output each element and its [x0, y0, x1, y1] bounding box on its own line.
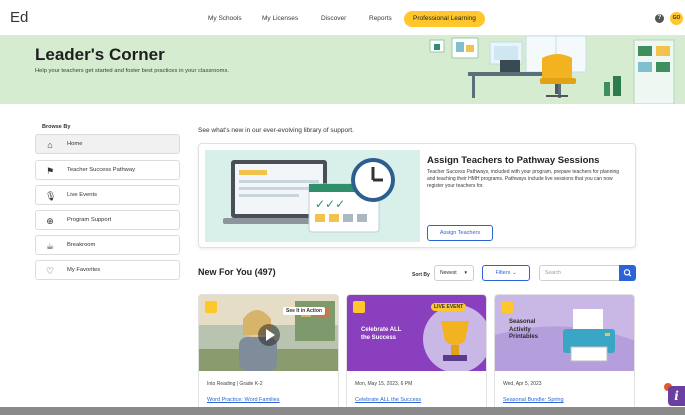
nav-reports[interactable]: Reports	[369, 11, 392, 27]
page-title: Leader's Corner	[35, 45, 165, 64]
card-image-classroom: See It in Action	[199, 295, 338, 371]
nav-professional-learning[interactable]: Professional Learning	[404, 11, 485, 27]
feature-card-pathway: ✓✓✓ Assign Teachers to Pathway Sessions …	[198, 143, 636, 248]
library-intro-text: See what's new in our ever-evolving libr…	[198, 127, 354, 134]
page-subtitle: Help your teachers get started and foste…	[35, 68, 229, 74]
card-meta: Mon, May 15, 2023, 6 PM	[355, 381, 413, 387]
search-input[interactable]	[539, 265, 619, 281]
filters-button[interactable]: Filters ⌄	[482, 265, 530, 281]
microphone-icon: 🎙	[45, 191, 57, 201]
card-image-caption: Celebrate ALL the Success	[361, 327, 402, 341]
nav-discover[interactable]: Discover	[321, 11, 346, 27]
info-icon[interactable]: i	[668, 386, 685, 406]
sidebar-item-label: Program Support	[67, 217, 112, 223]
filters-label: Filters	[495, 270, 511, 276]
feature-description: Teacher Success Pathways, included with …	[427, 169, 620, 189]
live-event-tag: LIVE EVENT	[431, 303, 467, 311]
sidebar-item-label: Home	[67, 141, 83, 147]
sidebar-item-label: Live Events	[67, 192, 97, 198]
content-card[interactable]: Seasonal Activity Printables Wed, Apr 5,…	[494, 294, 635, 415]
chevron-down-icon: ▼	[463, 270, 468, 275]
sidebar-item-label: Breakroom	[67, 242, 96, 248]
search-icon	[623, 269, 632, 277]
coffee-cup-icon: ☕	[45, 241, 55, 251]
sidebar-item-home[interactable]: ⌂ Home	[35, 134, 180, 154]
card-image-printer: Seasonal Activity Printables	[495, 295, 634, 371]
feature-title: Assign Teachers to Pathway Sessions	[427, 155, 600, 166]
sort-select[interactable]: Newest ▼	[434, 265, 474, 281]
home-icon: ⌂	[47, 140, 53, 150]
sidebar-item-label: Teacher Success Pathway	[67, 167, 135, 173]
calendar-icon	[353, 301, 365, 313]
content-card[interactable]: See It in Action Into Reading | Grade K-…	[198, 294, 339, 415]
card-title-link[interactable]: Celebrate ALL the Success	[355, 397, 421, 403]
play-icon	[205, 301, 217, 313]
sidebar-item-my-favorites[interactable]: ♡ My Favorites	[35, 260, 180, 280]
card-image-caption: Seasonal Activity Printables	[509, 319, 539, 340]
card-image-trophy: LIVE EVENT Celebrate ALL the Success	[347, 295, 486, 371]
card-title-link[interactable]: Word Practice: Word Families	[207, 397, 280, 403]
sort-by-label: Sort By	[412, 272, 430, 278]
chevron-down-icon: ⌄	[511, 270, 517, 276]
nav-my-schools[interactable]: My Schools	[208, 11, 242, 27]
card-title-link[interactable]: Seasonal Bundle: Spring	[503, 397, 564, 403]
search-button[interactable]	[619, 265, 636, 281]
hero-banner: Leader's Corner Help your teachers get s…	[0, 36, 685, 104]
office-illustration	[408, 36, 685, 104]
sidebar-item-breakroom[interactable]: ☕ Breakroom	[35, 235, 180, 255]
browse-by-heading: Browse By	[42, 124, 71, 130]
heart-icon: ♡	[45, 266, 55, 276]
content-card[interactable]: LIVE EVENT Celebrate ALL the Success Mon…	[346, 294, 487, 415]
see-it-in-action-tag: See It in Action	[283, 307, 325, 315]
globe-icon: ⊕	[46, 216, 54, 226]
sidebar-item-label: My Favorites	[67, 267, 101, 273]
help-circle-icon[interactable]: ?	[655, 14, 664, 23]
top-navigation-bar: Ed My Schools My Licenses Discover Repor…	[0, 0, 685, 36]
app-logo[interactable]: Ed	[10, 9, 28, 26]
sidebar-item-program-support[interactable]: ⊕ Program Support	[35, 210, 180, 230]
assign-teachers-button[interactable]: Assign Teachers	[427, 225, 493, 241]
document-icon	[501, 301, 513, 313]
card-meta: Into Reading | Grade K-2	[207, 381, 263, 387]
sidebar-item-live-events[interactable]: 🎙 Live Events	[35, 185, 180, 205]
user-avatar[interactable]: GO	[670, 12, 683, 25]
sort-selected-value: Newest	[440, 270, 457, 276]
laptop-calendar-illustration: ✓✓✓	[205, 150, 420, 242]
new-for-you-heading: New For You (497)	[198, 267, 276, 277]
bottom-bar	[0, 407, 685, 415]
card-meta: Wed, Apr 5, 2023	[503, 381, 542, 387]
svg-text:✓✓✓: ✓✓✓	[315, 197, 345, 211]
sidebar-item-teacher-success-pathway[interactable]: ⚑ Teacher Success Pathway	[35, 160, 180, 180]
flag-icon: ⚑	[45, 166, 55, 176]
nav-my-licenses[interactable]: My Licenses	[262, 11, 298, 27]
